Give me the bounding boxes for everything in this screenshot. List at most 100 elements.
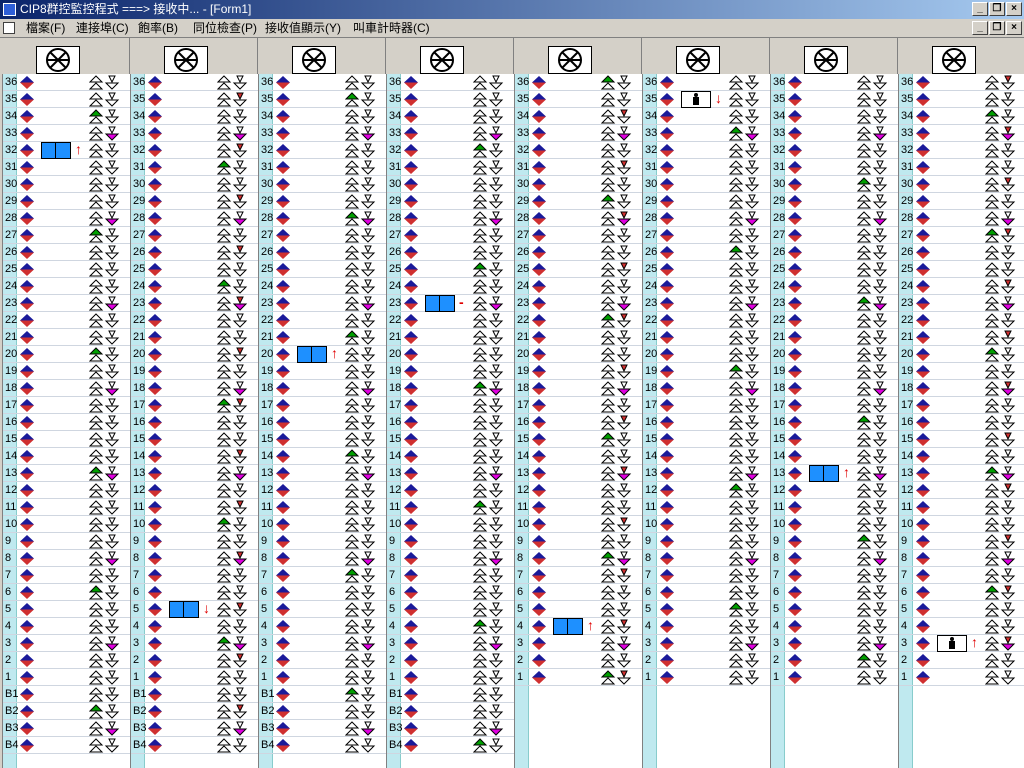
floor-label: 5 (901, 603, 908, 615)
menu-receive-display[interactable]: 接收值顯示(Y) (265, 19, 341, 38)
floor-label: 19 (517, 365, 530, 377)
floor-row: 24 (259, 278, 386, 295)
call-button-icon[interactable] (88, 738, 125, 758)
floor-row: 36 (259, 74, 386, 91)
restore-button[interactable]: ❐ (989, 2, 1005, 16)
floor-label: 14 (133, 450, 146, 462)
floor-label: 2 (645, 654, 652, 666)
floor-row: 2 (515, 652, 642, 669)
floor-label: 8 (5, 552, 12, 564)
floor-row: 31 (771, 159, 898, 176)
floor-row: 30 (387, 176, 514, 193)
floor-row: 6 (643, 584, 770, 601)
floor-row: B3 (259, 720, 386, 737)
call-button-icon[interactable] (472, 738, 509, 758)
floor-label: 31 (133, 161, 146, 173)
call-button-icon[interactable] (216, 738, 253, 758)
floor-label: 11 (645, 501, 657, 513)
floor-label: 35 (133, 93, 146, 105)
floor-row: 20 (131, 346, 258, 363)
floor-row: 16 (131, 414, 258, 431)
floor-row: 25 (387, 261, 514, 278)
floor-label: 15 (133, 433, 146, 445)
floor-label: 21 (389, 331, 402, 343)
floor-row: 17 (131, 397, 258, 414)
floor-label: 11 (389, 501, 401, 513)
floor-label: 34 (645, 110, 658, 122)
car-direction-arrow: ↓ (715, 90, 722, 106)
menu-call-timer[interactable]: 叫車計時器(C) (353, 19, 430, 38)
floor-label: 30 (773, 178, 786, 190)
floor-label: 25 (773, 263, 786, 275)
floor-label: 10 (389, 518, 402, 530)
floor-row: 24 (771, 278, 898, 295)
floor-label: 36 (389, 76, 402, 88)
floor-label: 27 (133, 229, 146, 241)
floor-row: 4 (387, 618, 514, 635)
floor-label: 12 (517, 484, 530, 496)
floor-label: B4 (389, 739, 403, 751)
floor-row: 19 (643, 363, 770, 380)
floor-row: 7 (771, 567, 898, 584)
floor-row: 1 (899, 669, 1024, 686)
floor-label: 12 (901, 484, 914, 496)
floor-row: 11 (387, 499, 514, 516)
car-door-icon (809, 465, 839, 482)
child-minimize-button[interactable]: _ (972, 21, 988, 35)
floor-label: 5 (389, 603, 396, 615)
child-close-button[interactable]: × (1006, 21, 1022, 35)
floor-label: 24 (389, 280, 402, 292)
floor-label: 10 (645, 518, 658, 530)
floor-label: 19 (773, 365, 786, 377)
floor-row: 8 (515, 550, 642, 567)
call-button-icon[interactable] (344, 738, 381, 758)
floor-row: 15 (515, 431, 642, 448)
floor-row: 23 (259, 295, 386, 312)
floor-row: 17 (387, 397, 514, 414)
call-button-icon[interactable] (728, 670, 765, 690)
floor-row: 28 (771, 210, 898, 227)
menu-parity[interactable]: 同位檢查(P) (193, 19, 257, 38)
floor-row: 34 (515, 108, 642, 125)
floor-row: 28 (131, 210, 258, 227)
floor-row: 11 (515, 499, 642, 516)
floor-label: B4 (261, 739, 275, 751)
floor-row: 26 (515, 244, 642, 261)
floor-label: 29 (389, 195, 402, 207)
floor-label: B3 (261, 722, 275, 734)
floor-label: 23 (389, 297, 402, 309)
floor-label: 15 (773, 433, 786, 445)
floor-label: 18 (517, 382, 530, 394)
floor-row: 32 (387, 142, 514, 159)
hall-lamp-icon (20, 739, 34, 757)
floor-row: B4 (3, 737, 130, 754)
floor-row: 36 (131, 74, 258, 91)
menu-baud[interactable]: 飽率(B) (138, 19, 178, 38)
car-door-icon (169, 601, 199, 618)
floor-label: 26 (133, 246, 146, 258)
floor-row: 21 (3, 329, 130, 346)
floor-row: 27 (259, 227, 386, 244)
floor-label: 7 (645, 569, 652, 581)
car-door-icon (297, 346, 327, 363)
floor-label: 19 (261, 365, 274, 377)
elevator-header-1 (2, 38, 130, 74)
child-restore-button[interactable]: ❐ (989, 21, 1005, 35)
floor-row: 29 (387, 193, 514, 210)
menu-file[interactable]: 檔案(F) (26, 19, 65, 38)
call-button-icon[interactable] (856, 670, 893, 690)
floor-label: 18 (389, 382, 402, 394)
minimize-button[interactable]: _ (972, 2, 988, 16)
floor-label: 7 (773, 569, 780, 581)
floor-row: B1 (387, 686, 514, 703)
floor-label: 25 (517, 263, 530, 275)
menu-port[interactable]: 連接埠(C) (76, 19, 129, 38)
call-button-icon[interactable] (984, 670, 1021, 690)
close-button[interactable]: × (1006, 2, 1022, 16)
floor-label: 14 (389, 450, 402, 462)
floor-label: 25 (261, 263, 274, 275)
call-button-icon[interactable] (600, 670, 637, 690)
floor-row: 14 (899, 448, 1024, 465)
floor-row: 1 (771, 669, 898, 686)
floor-label: 30 (5, 178, 18, 190)
